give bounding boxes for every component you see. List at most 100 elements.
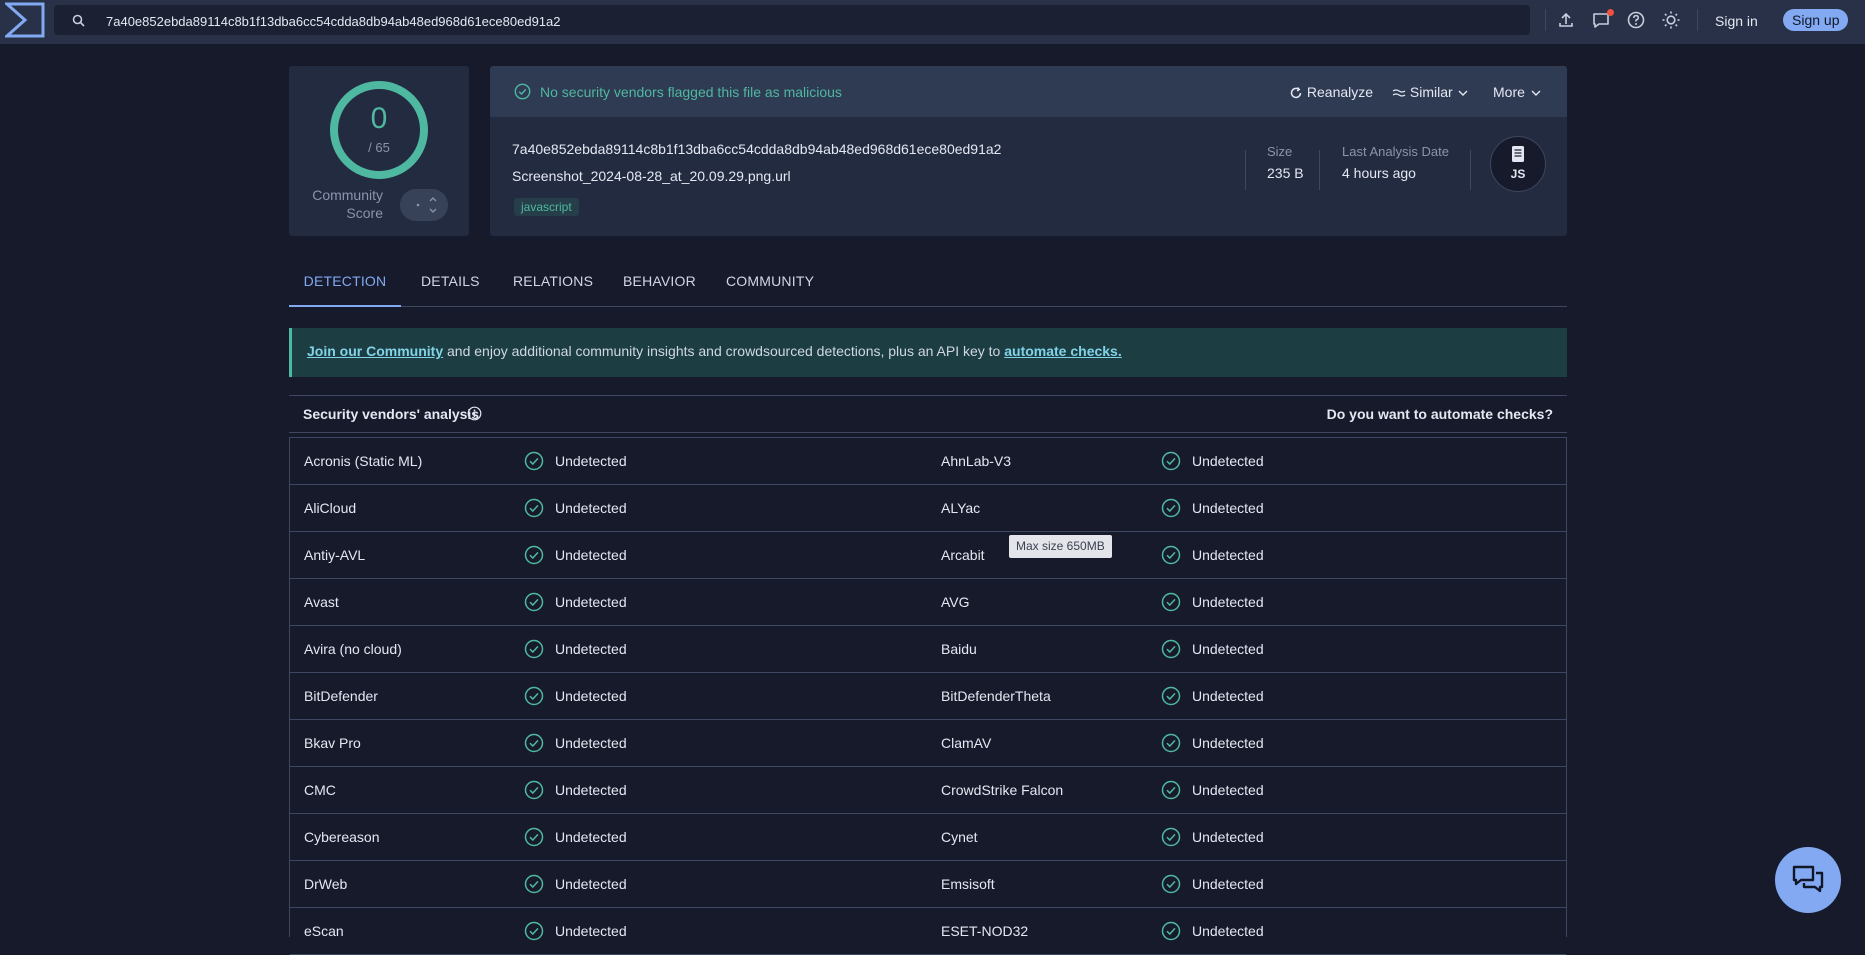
table-row: eScan Undetected ESET-NOD32 Undetected <box>290 908 1566 955</box>
similar-dropdown[interactable]: Similar <box>1392 83 1469 101</box>
vendor-name: Arcabit <box>941 547 985 563</box>
check-circle-icon <box>514 83 531 100</box>
vendor-name: BitDefender <box>304 688 378 704</box>
check-circle-icon <box>524 686 544 706</box>
similar-label: Similar <box>1409 84 1453 100</box>
check-circle-icon <box>524 921 544 941</box>
vendor-result: Undetected <box>1192 453 1264 469</box>
reanalyze-button[interactable]: Reanalyze <box>1289 83 1373 101</box>
table-row: Avast Undetected AVG Undetected <box>290 579 1566 626</box>
automate-checks-link[interactable]: automate checks. <box>1004 343 1122 359</box>
check-circle-icon <box>524 733 544 753</box>
check-circle-icon <box>1161 780 1181 800</box>
vendor-name: eScan <box>304 923 344 939</box>
check-circle-icon <box>1161 827 1181 847</box>
vendor-name: AliCloud <box>304 500 357 516</box>
tab-relations[interactable]: RELATIONS <box>513 264 593 305</box>
vendor-result: Undetected <box>555 876 627 892</box>
chat-button[interactable] <box>1775 847 1841 913</box>
sign-in-link[interactable]: Sign in <box>1715 9 1758 33</box>
file-type-label: JS <box>1510 167 1526 181</box>
divider <box>1245 150 1246 190</box>
community-score-label-line2: Score <box>346 205 383 221</box>
tab-detection[interactable]: DETECTION <box>289 264 401 307</box>
vendor-result: Undetected <box>1192 782 1264 798</box>
vendor-name: Avira (no cloud) <box>304 641 402 657</box>
vendors-table: Acronis (Static ML) Undetected AhnLab-V3 Un… <box>289 437 1567 955</box>
join-community-link[interactable]: Join our Community <box>307 343 443 359</box>
similar-icon <box>1392 89 1406 97</box>
vendor-name: ALYac <box>941 500 981 516</box>
vendor-result: Undetected <box>555 688 627 704</box>
check-circle-icon <box>524 874 544 894</box>
refresh-icon <box>1290 87 1302 99</box>
last-analysis-label: Last Analysis Date <box>1342 144 1449 159</box>
banner-message: and enjoy additional community insights … <box>443 343 1005 359</box>
vendor-name: ClamAV <box>941 735 992 751</box>
vendor-result: Undetected <box>555 923 627 939</box>
vendor-result: Undetected <box>555 641 627 657</box>
vendor-result: Undetected <box>555 829 627 845</box>
file-name: Screenshot_2024-08-28_at_20.09.29.png.ur… <box>512 168 791 184</box>
chat-icon <box>1792 865 1824 893</box>
check-circle-icon <box>524 592 544 612</box>
divider <box>1697 9 1698 31</box>
vendor-name: DrWeb <box>304 876 348 892</box>
vendor-name: Bkav Pro <box>304 735 361 751</box>
vendor-name: Cybereason <box>304 829 380 845</box>
notification-dot <box>1607 9 1614 16</box>
more-dropdown[interactable]: More <box>1493 83 1543 101</box>
table-row: Avira (no cloud) Undetected Baidu Undetecte… <box>290 626 1566 673</box>
tab-community[interactable]: COMMUNITY <box>726 264 814 305</box>
vendor-result: Undetected <box>1192 829 1264 845</box>
vendor-name: Antiy-AVL <box>304 547 366 563</box>
vendor-result: Undetected <box>1192 594 1264 610</box>
theme-toggle-icon[interactable] <box>1661 10 1681 30</box>
file-tag[interactable]: javascript <box>514 198 579 216</box>
table-row: Acronis (Static ML) Undetected AhnLab-V3 Un… <box>290 438 1566 485</box>
table-row: AliCloud Undetected ALYac Undetected <box>290 485 1566 532</box>
more-label: More <box>1493 84 1525 100</box>
search-icon <box>72 14 85 27</box>
file-hash[interactable]: 7a40e852ebda89114c8b1f13dba6cc54cdda8db9… <box>512 141 1001 157</box>
upload-icon[interactable] <box>1556 10 1576 30</box>
vendor-result: Undetected <box>1192 500 1264 516</box>
check-circle-icon <box>1161 498 1181 518</box>
divider <box>1470 150 1471 190</box>
vendor-result: Undetected <box>555 735 627 751</box>
search-bar[interactable] <box>54 5 1530 37</box>
vendor-result: Undetected <box>555 782 627 798</box>
virustotal-logo-icon[interactable] <box>5 2 45 38</box>
sign-up-button[interactable]: Sign up <box>1783 9 1849 31</box>
banner-text: Join our Community and enjoy additional … <box>307 343 1122 359</box>
check-circle-icon <box>1161 733 1181 753</box>
check-circle-icon <box>524 827 544 847</box>
check-circle-icon <box>524 639 544 659</box>
table-row: DrWeb Undetected Emsisoft Undetected <box>290 861 1566 908</box>
vendor-name: AhnLab-V3 <box>941 453 1012 469</box>
help-icon[interactable] <box>1626 10 1646 30</box>
vendor-name: CrowdStrike Falcon <box>941 782 1064 798</box>
top-bar: Sign in Sign up <box>0 0 1865 44</box>
check-circle-icon <box>1161 451 1181 471</box>
check-circle-icon <box>524 545 544 565</box>
tab-behavior[interactable]: BEHAVIOR <box>623 264 696 305</box>
detection-score-card: 0 / 65 Community Score <box>289 66 469 236</box>
file-status-header: No security vendors flagged this file as… <box>490 66 1567 117</box>
vendor-result: Undetected <box>1192 641 1264 657</box>
vendor-name: Emsisoft <box>941 876 995 892</box>
automate-checks-prompt[interactable]: Do you want to automate checks? <box>1327 406 1553 422</box>
table-row: Bkav Pro Undetected ClamAV Undetected <box>290 720 1566 767</box>
community-score-vote[interactable] <box>400 189 448 221</box>
community-score-label-line1: Community <box>312 187 383 203</box>
search-input[interactable] <box>104 5 1508 37</box>
vendors-analysis-header: Security vendors' analysis Do you want t… <box>289 395 1567 433</box>
info-icon[interactable] <box>467 406 482 421</box>
vendor-name: Cynet <box>941 829 978 845</box>
vendor-name: CMC <box>304 782 336 798</box>
check-circle-icon <box>1161 686 1181 706</box>
vendor-name: Avast <box>304 594 339 610</box>
check-circle-icon <box>1161 639 1181 659</box>
tab-details[interactable]: DETAILS <box>421 264 480 305</box>
vendor-result: Undetected <box>1192 688 1264 704</box>
